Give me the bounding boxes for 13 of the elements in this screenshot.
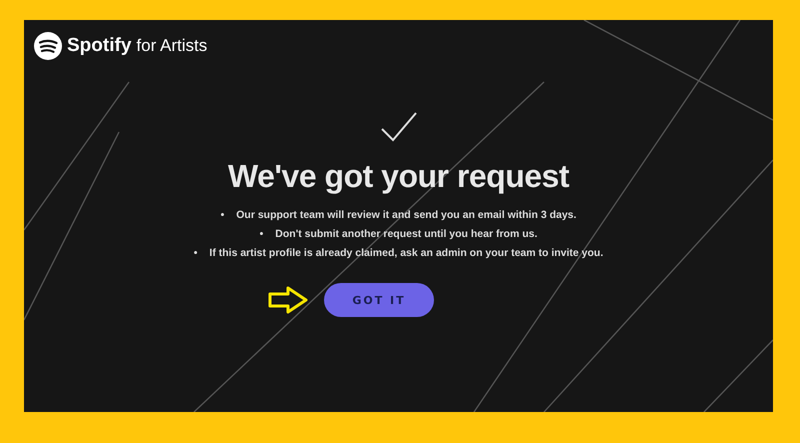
- logo-icon: [34, 32, 62, 60]
- arrow-icon: [268, 286, 308, 314]
- brand-name: Spotify: [67, 35, 132, 57]
- got-it-button[interactable]: GOT IT: [324, 283, 434, 317]
- brand-suffix: for Artists: [136, 36, 208, 56]
- bullet-mark: •: [260, 228, 264, 240]
- bullet-text: Our support team will review it and send you an email within 3 days.: [236, 209, 576, 221]
- checkmark-icon: [380, 112, 416, 142]
- bullet-text: Don't submit another request until you hear from us.: [275, 228, 538, 240]
- heading: We've got your request: [228, 158, 569, 195]
- bullet-text: If this artist profile is already claimed, ask an admin on your team to invite you.: [209, 247, 604, 259]
- bullet-mark: •: [194, 247, 198, 259]
- bullet-mark: •: [220, 209, 224, 221]
